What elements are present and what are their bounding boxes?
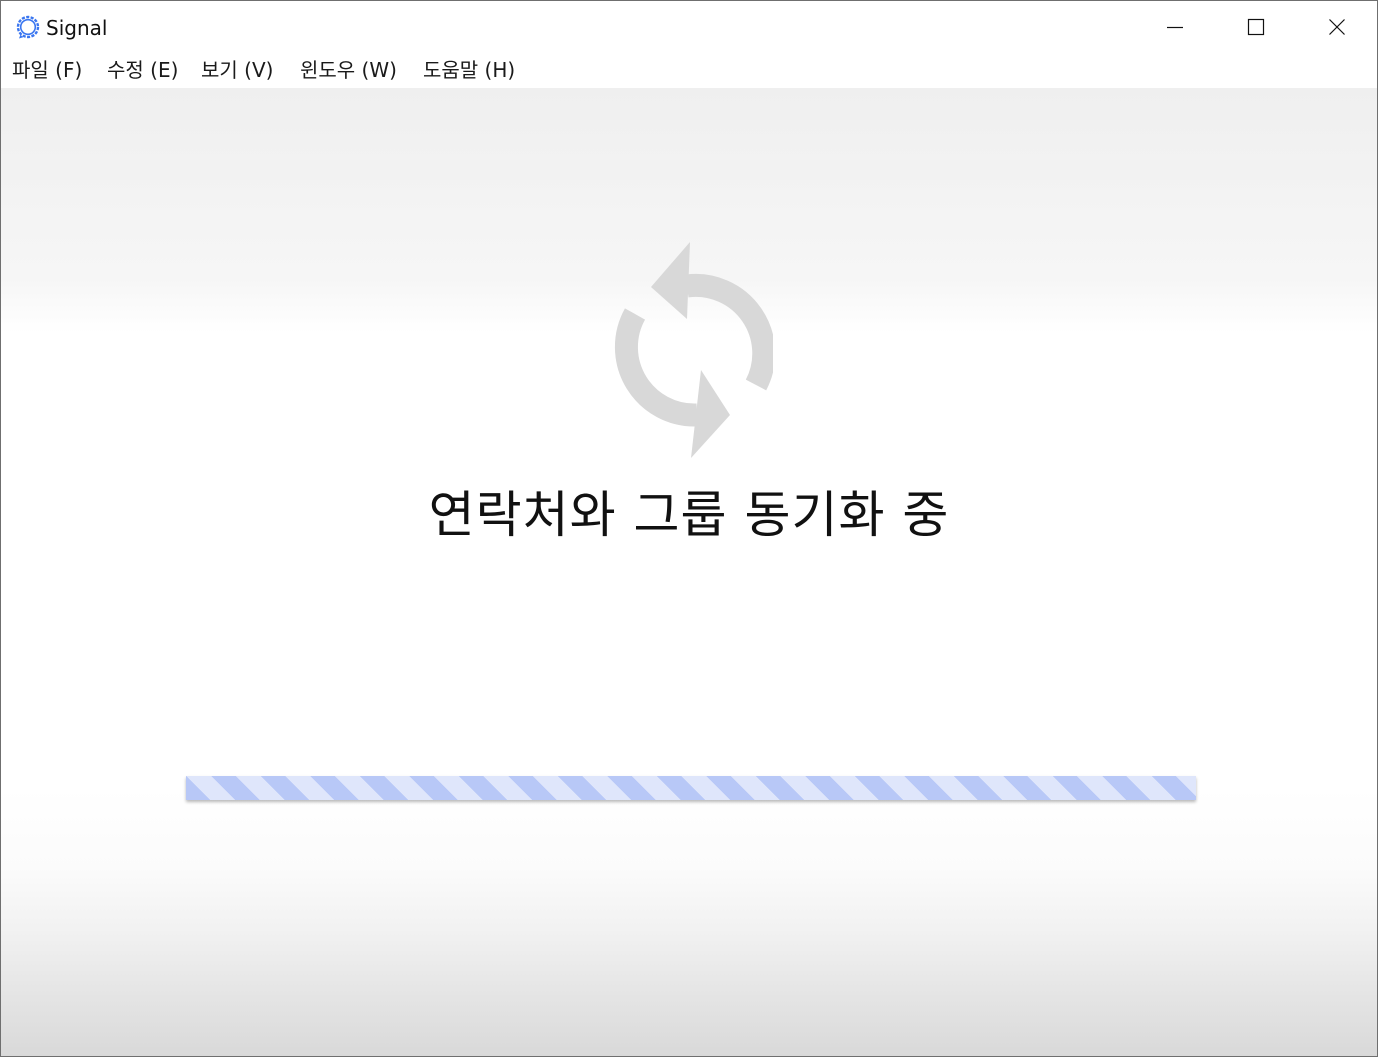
menu-view[interactable]: 보기 (V) (201, 56, 273, 84)
sync-progress-fill (186, 776, 1196, 800)
menu-help[interactable]: 도움말 (H) (423, 56, 515, 84)
window-title: Signal (46, 16, 108, 40)
minimize-button[interactable] (1135, 1, 1215, 53)
sync-progress-bar (186, 776, 1196, 800)
title-bar[interactable]: Signal (1, 1, 1377, 53)
menu-bar: 파일 (F) 수정 (E) 보기 (V) 윈도우 (W) 도움말 (H) (1, 53, 1377, 88)
signal-window: Signal 파일 (F) 수정 (E) 보기 (V) 윈도우 (W) 도움말 … (0, 0, 1378, 1057)
maximize-icon (1247, 18, 1265, 36)
menu-file[interactable]: 파일 (F) (12, 56, 82, 84)
signal-app-icon (15, 14, 41, 40)
close-icon (1329, 19, 1345, 35)
maximize-button[interactable] (1216, 1, 1296, 53)
sync-icon (607, 242, 776, 458)
sync-screen: 연락처와 그룹 동기화 중 (1, 88, 1377, 1056)
close-button[interactable] (1297, 1, 1377, 53)
minimize-icon (1167, 26, 1183, 29)
menu-window[interactable]: 윈도우 (W) (300, 56, 397, 84)
sync-message: 연락처와 그룹 동기화 중 (428, 486, 950, 544)
menu-edit[interactable]: 수정 (E) (107, 56, 178, 84)
